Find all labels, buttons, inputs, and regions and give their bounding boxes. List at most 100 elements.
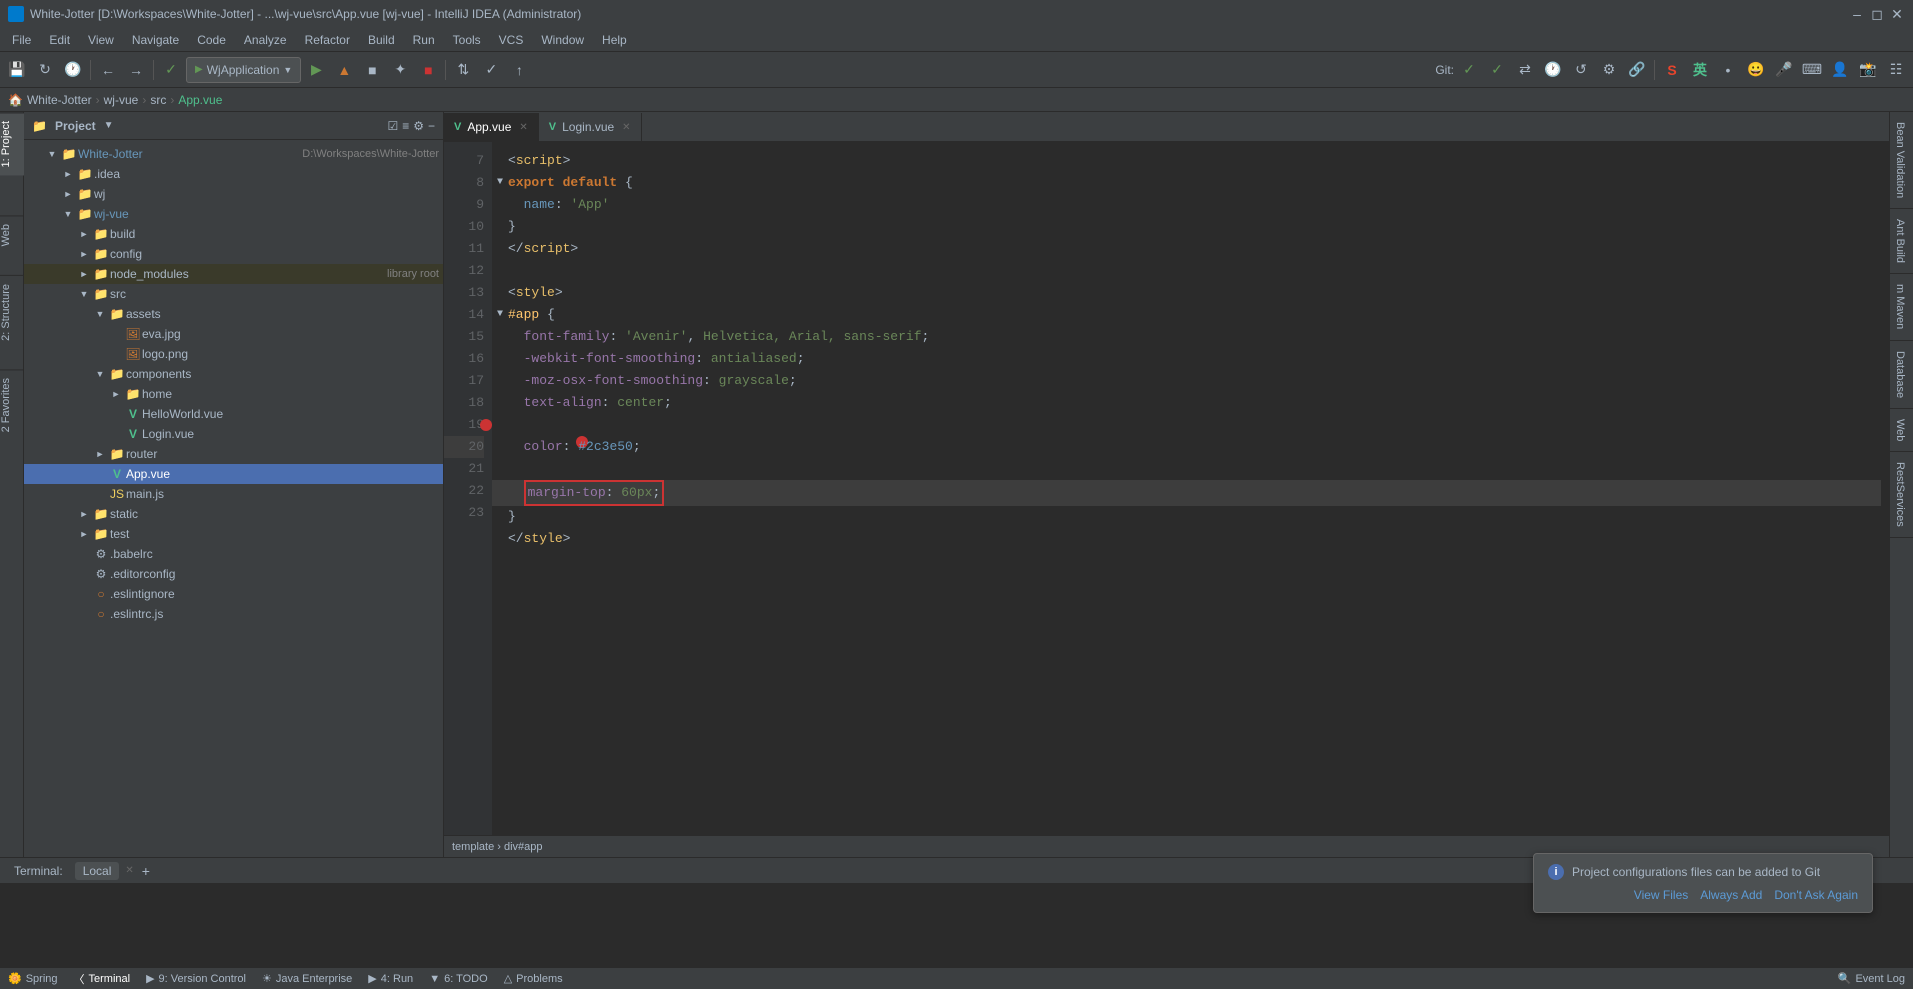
tree-test[interactable]: ► 📁 test — [24, 524, 443, 544]
lint-button[interactable]: ✓ — [158, 57, 184, 83]
menu-refactor[interactable]: Refactor — [297, 31, 358, 49]
coverage-button[interactable]: ■ — [359, 57, 385, 83]
git-check-icon[interactable]: ✓ — [1456, 57, 1482, 83]
project-close-icon[interactable]: − — [428, 119, 435, 133]
tree-build[interactable]: ► 📁 build — [24, 224, 443, 244]
structure-tab[interactable]: 2: Structure — [0, 275, 24, 349]
loginvue-tab-close[interactable]: ✕ — [622, 122, 630, 133]
breadcrumb-item-2[interactable]: wj-vue — [104, 93, 139, 107]
tree-eslintignore[interactable]: ○ .eslintignore — [24, 584, 443, 604]
menu-analyze[interactable]: Analyze — [236, 31, 295, 49]
right-tab-web[interactable]: Web — [1890, 409, 1913, 452]
menu-view[interactable]: View — [80, 31, 122, 49]
menu-window[interactable]: Window — [533, 31, 592, 49]
tree-babelrc[interactable]: ⚙ .babelrc — [24, 544, 443, 564]
grid-icon[interactable]: ☷ — [1883, 57, 1909, 83]
status-todo[interactable]: ▼ 6: TODO — [429, 973, 488, 985]
tree-logo[interactable]: 🖼 logo.png — [24, 344, 443, 364]
tree-src[interactable]: ▼ 📁 src — [24, 284, 443, 304]
tree-eva[interactable]: 🖼 eva.jpg — [24, 324, 443, 344]
tree-helloworld[interactable]: V HelloWorld.vue — [24, 404, 443, 424]
status-problems[interactable]: △ Problems — [504, 972, 563, 985]
breadcrumb-item-1[interactable]: White-Jotter — [27, 93, 92, 107]
tree-idea[interactable]: ► 📁 .idea — [24, 164, 443, 184]
stop-button[interactable]: ■ — [415, 57, 441, 83]
git-branch-icon[interactable]: ⇄ — [1512, 57, 1538, 83]
restore-button[interactable]: ◻ — [1869, 6, 1885, 22]
profile-button[interactable]: ✦ — [387, 57, 413, 83]
breadcrumb-item-3[interactable]: src — [150, 93, 166, 107]
git-settings-icon[interactable]: ⚙ — [1596, 57, 1622, 83]
menu-help[interactable]: Help — [594, 31, 635, 49]
vcs-push-button[interactable]: ↑ — [506, 57, 532, 83]
tshirt-icon[interactable]: 📸 — [1855, 57, 1881, 83]
tree-editorconfig[interactable]: ⚙ .editorconfig — [24, 564, 443, 584]
right-tab-rest[interactable]: RestServices — [1890, 452, 1913, 538]
notif-always-add[interactable]: Always Add — [1700, 888, 1762, 902]
tree-node-modules[interactable]: ► 📁 node_modules library root — [24, 264, 443, 284]
menu-run[interactable]: Run — [405, 31, 443, 49]
run-button[interactable]: ▶ — [303, 57, 329, 83]
breadcrumb-home[interactable]: 🏠 — [8, 93, 23, 107]
status-java[interactable]: ☀ Java Enterprise — [262, 972, 352, 985]
status-run[interactable]: ▶ 4: Run — [368, 972, 413, 985]
tab-appvue[interactable]: V App.vue ✕ — [444, 113, 539, 141]
bullet-icon[interactable]: • — [1715, 57, 1741, 83]
lang-icon[interactable]: 英 — [1687, 57, 1713, 83]
status-terminal[interactable]: 〈 Terminal — [74, 971, 131, 987]
save-button[interactable]: 💾 — [4, 57, 30, 83]
tree-config[interactable]: ► 📁 config — [24, 244, 443, 264]
menu-edit[interactable]: Edit — [41, 31, 78, 49]
notif-view-files[interactable]: View Files — [1634, 888, 1688, 902]
status-eventlog[interactable]: 🔍 Event Log — [1838, 972, 1905, 985]
menu-tools[interactable]: Tools — [445, 31, 489, 49]
run-config-dropdown[interactable]: ▶ WjApplication ▼ — [186, 57, 301, 83]
project-collapse-icon[interactable]: ≡ — [402, 119, 409, 133]
project-settings-icon[interactable]: ⚙ — [413, 119, 424, 133]
notif-dont-ask[interactable]: Don't Ask Again — [1774, 888, 1858, 902]
right-tab-ant[interactable]: Ant Build — [1890, 209, 1913, 274]
undo-history-button[interactable]: 🕐 — [60, 57, 86, 83]
fold-8[interactable]: ▼ — [492, 172, 508, 194]
forward-button[interactable]: → — [123, 57, 149, 83]
git-history-icon[interactable]: 🕐 — [1540, 57, 1566, 83]
git-revert-icon[interactable]: ↺ — [1568, 57, 1594, 83]
vcs-update-button[interactable]: ⇅ — [450, 57, 476, 83]
tree-root[interactable]: ▼ 📁 White-Jotter D:\Workspaces\White-Jot… — [24, 144, 443, 164]
menu-file[interactable]: File — [4, 31, 39, 49]
git-status-icon[interactable]: ✓ — [1484, 57, 1510, 83]
terminal-local-close[interactable]: ✕ — [125, 865, 133, 876]
favorites-tab[interactable]: 2 Favorites — [0, 369, 24, 440]
tree-components[interactable]: ▼ 📁 components — [24, 364, 443, 384]
close-button[interactable]: ✕ — [1889, 6, 1905, 22]
menu-code[interactable]: Code — [189, 31, 234, 49]
git-share-icon[interactable]: 🔗 — [1624, 57, 1650, 83]
sync-button[interactable]: ↻ — [32, 57, 58, 83]
s-icon[interactable]: S — [1659, 57, 1685, 83]
right-tab-maven[interactable]: m Maven — [1890, 274, 1913, 340]
tree-assets[interactable]: ▼ 📁 assets — [24, 304, 443, 324]
tree-home[interactable]: ► 📁 home — [24, 384, 443, 404]
bottom-tab-terminal[interactable]: Terminal: — [4, 861, 73, 881]
tree-wjvue[interactable]: ▼ 📁 wj-vue — [24, 204, 443, 224]
tree-mainjs[interactable]: JS main.js — [24, 484, 443, 504]
tree-eslintrc[interactable]: ○ .eslintrc.js — [24, 604, 443, 624]
right-tab-database[interactable]: Database — [1890, 341, 1913, 409]
terminal-add-button[interactable]: + — [142, 863, 150, 879]
breadcrumb-item-4[interactable]: App.vue — [178, 93, 222, 107]
code-content[interactable]: <script> ▼ export default { name: 'App' — [492, 142, 1889, 835]
status-spring[interactable]: 🌼 Spring — [8, 972, 58, 985]
minimize-button[interactable]: – — [1849, 6, 1865, 22]
appvue-tab-close[interactable]: ✕ — [519, 122, 527, 133]
fold-14[interactable]: ▼ — [492, 304, 508, 326]
menu-navigate[interactable]: Navigate — [124, 31, 187, 49]
user-icon[interactable]: 👤 — [1827, 57, 1853, 83]
tree-router[interactable]: ► 📁 router — [24, 444, 443, 464]
project-scope-icon[interactable]: ☑ — [387, 119, 398, 133]
tab-loginvue[interactable]: V Login.vue ✕ — [539, 113, 642, 141]
project-tab[interactable]: 1: Project — [0, 112, 24, 175]
keyboard-icon[interactable]: ⌨ — [1799, 57, 1825, 83]
menu-build[interactable]: Build — [360, 31, 403, 49]
status-vcs[interactable]: ▶ 9: Version Control — [146, 972, 246, 985]
debug-button[interactable]: ▲ — [331, 57, 357, 83]
